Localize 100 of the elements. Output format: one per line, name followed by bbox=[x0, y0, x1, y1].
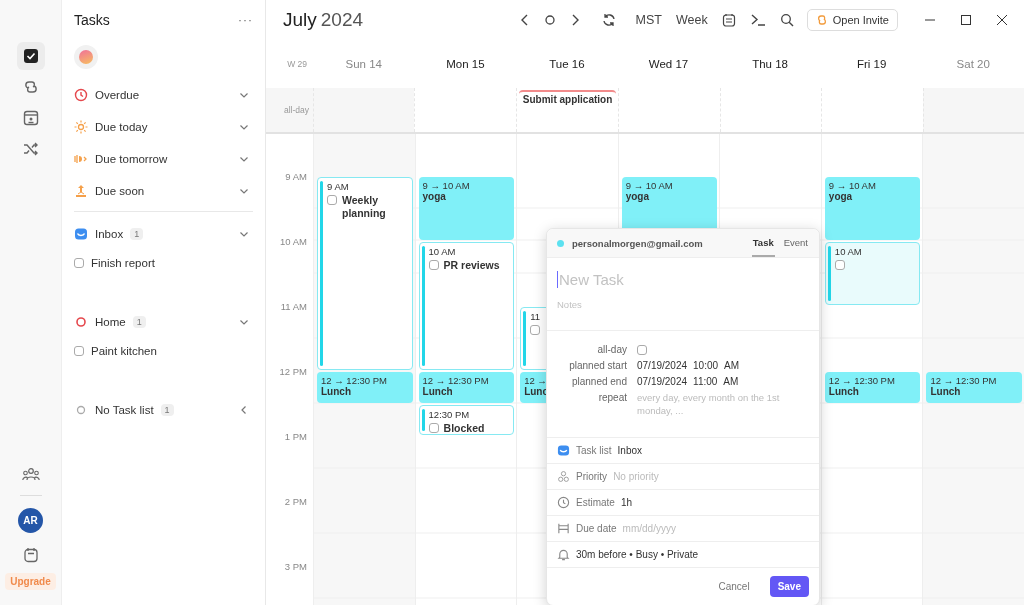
view-button[interactable]: Week bbox=[671, 10, 713, 30]
checkbox-icon[interactable] bbox=[16, 42, 45, 70]
field-label: planned start bbox=[568, 359, 627, 373]
day-header[interactable]: Sat 20 bbox=[922, 40, 1024, 88]
task-title: Blocked bbox=[443, 421, 485, 434]
weekend-column[interactable]: 12 → 12:30 PM Lunch bbox=[922, 134, 1024, 605]
task-checkbox[interactable] bbox=[74, 346, 84, 356]
chevron-icon[interactable] bbox=[239, 186, 249, 196]
hour-label: 3 PM bbox=[284, 560, 307, 572]
task-checkbox[interactable] bbox=[327, 195, 337, 205]
popup-tab[interactable]: Event bbox=[782, 229, 809, 257]
day-header[interactable]: Wed 17 bbox=[617, 40, 720, 88]
year-title: 2024 bbox=[320, 9, 364, 31]
task-checkbox[interactable] bbox=[834, 260, 845, 270]
timezone-button[interactable]: MST bbox=[630, 10, 667, 30]
field-label: planned end bbox=[570, 375, 627, 389]
task-block[interactable]: 10 AM PR reviews bbox=[418, 242, 515, 370]
task-checkbox[interactable] bbox=[74, 258, 84, 268]
color-avatar[interactable] bbox=[74, 45, 98, 69]
day-header[interactable]: Tue 16 bbox=[516, 40, 618, 88]
task-block[interactable]: 10 AM bbox=[824, 242, 921, 305]
field-label: repeat bbox=[597, 391, 627, 405]
inbox-icon bbox=[557, 444, 570, 457]
task-time: 10 AM bbox=[428, 246, 456, 257]
task-checkbox[interactable] bbox=[428, 422, 439, 433]
list-label[interactable]: Home bbox=[95, 316, 126, 328]
user-avatar[interactable]: AR bbox=[18, 508, 43, 533]
all-day-event[interactable]: Submit application bbox=[518, 90, 617, 107]
task-time: 9 AM bbox=[327, 181, 349, 192]
event-time: 12 → 12:30 PM bbox=[828, 375, 895, 386]
day-header[interactable]: Fri 19 bbox=[820, 40, 923, 88]
calendar-event[interactable]: 12 → 12:30 PM Lunch bbox=[824, 372, 921, 403]
ampm-value[interactable]: AM bbox=[724, 359, 740, 373]
event-title: Lunch bbox=[422, 386, 453, 397]
calendar-icon[interactable] bbox=[22, 547, 39, 563]
circle-icon bbox=[74, 315, 88, 329]
sunrise-icon bbox=[74, 152, 88, 166]
event-time: 12 → bbox=[524, 375, 547, 386]
list-label[interactable]: Due tomorrow bbox=[95, 153, 168, 165]
day-header[interactable]: Mon 15 bbox=[414, 40, 517, 88]
clock-icon bbox=[74, 88, 88, 102]
property-value[interactable]: 30m before • Busy • Private bbox=[576, 549, 699, 560]
circle-icon bbox=[74, 403, 88, 417]
hour-label: 12 PM bbox=[279, 365, 307, 377]
event-title: Lunch bbox=[828, 386, 859, 397]
event-time: 9 → 10 AM bbox=[828, 180, 876, 191]
time-value[interactable]: 10:00 bbox=[693, 359, 719, 373]
count-badge: 1 bbox=[130, 228, 144, 240]
calendar-event[interactable]: 9 → 10 AM yoga bbox=[824, 177, 921, 240]
hour-label: 9 AM bbox=[285, 170, 307, 182]
event-time: 12 → 12:30 PM bbox=[321, 375, 387, 386]
calendar-event[interactable]: 12 → 12:30 PM Lunch bbox=[926, 372, 1022, 403]
all-day-checkbox[interactable] bbox=[637, 345, 647, 355]
weekend-column[interactable]: 9 AM Weekly planning 12 → 12:30 PM Lunch bbox=[313, 134, 415, 605]
people-icon[interactable] bbox=[21, 467, 40, 483]
calendar-event[interactable]: 9 → 10 AM yoga bbox=[418, 177, 515, 240]
calendar-event[interactable]: 12 → 12:30 PM Lunch bbox=[418, 372, 515, 403]
task-time: 10 AM bbox=[834, 246, 862, 257]
more-menu[interactable]: ··· bbox=[238, 13, 253, 27]
cancel-button[interactable]: Cancel bbox=[710, 576, 758, 597]
event-title: yoga bbox=[828, 191, 853, 202]
list-label[interactable]: Due soon bbox=[95, 185, 145, 197]
list-label[interactable]: No Task list bbox=[95, 404, 154, 416]
popup-tab[interactable]: Task bbox=[751, 229, 775, 257]
chevron-icon[interactable] bbox=[239, 317, 249, 327]
date-value[interactable]: 07/19/2024 bbox=[637, 375, 688, 389]
account-dot bbox=[557, 239, 564, 247]
chevron-icon[interactable] bbox=[239, 405, 249, 415]
hour-label: 2 PM bbox=[284, 495, 307, 507]
property-value[interactable]: Inbox bbox=[617, 445, 643, 456]
week-number: W 29 bbox=[286, 58, 308, 71]
event-time: 9 → 10 AM bbox=[422, 180, 470, 191]
chevron-icon[interactable] bbox=[239, 122, 249, 132]
date-value[interactable]: 07/19/2024 bbox=[637, 359, 688, 373]
task-block[interactable]: 12:30 PM Blocked bbox=[418, 404, 515, 435]
calendar-event[interactable]: 12 → 12:30 PM Lunch bbox=[317, 372, 413, 403]
task-checkbox[interactable] bbox=[530, 325, 541, 335]
event-title: Lunch bbox=[930, 386, 961, 397]
all-day-cell[interactable] bbox=[313, 88, 415, 132]
open-invite-button[interactable]: Open Invite bbox=[806, 9, 898, 31]
task-title[interactable]: Paint kitchen bbox=[91, 345, 157, 357]
task-title[interactable]: Finish report bbox=[91, 257, 155, 269]
chevron-icon[interactable] bbox=[239, 229, 249, 239]
hour-label: 10 AM bbox=[280, 235, 307, 247]
ampm-value[interactable]: AM bbox=[723, 375, 739, 389]
chevron-icon[interactable] bbox=[239, 154, 249, 164]
property-label: Task list bbox=[576, 445, 612, 456]
chevron-icon[interactable] bbox=[239, 90, 249, 100]
list-label[interactable]: Due today bbox=[95, 121, 148, 133]
list-label[interactable]: Inbox bbox=[95, 228, 124, 240]
day-header[interactable]: Sun 14 bbox=[313, 40, 415, 88]
list-label[interactable]: Overdue bbox=[95, 89, 140, 101]
save-button[interactable]: Save bbox=[769, 576, 809, 597]
time-value[interactable]: 11:00 bbox=[693, 375, 718, 389]
link-icon bbox=[815, 14, 828, 26]
day-header[interactable]: Thu 18 bbox=[719, 40, 821, 88]
task-checkbox[interactable] bbox=[428, 260, 439, 270]
all-day-cell[interactable] bbox=[922, 88, 1024, 132]
task-block[interactable]: 9 AM Weekly planning bbox=[317, 177, 413, 370]
property-value[interactable]: 1h bbox=[620, 497, 633, 508]
